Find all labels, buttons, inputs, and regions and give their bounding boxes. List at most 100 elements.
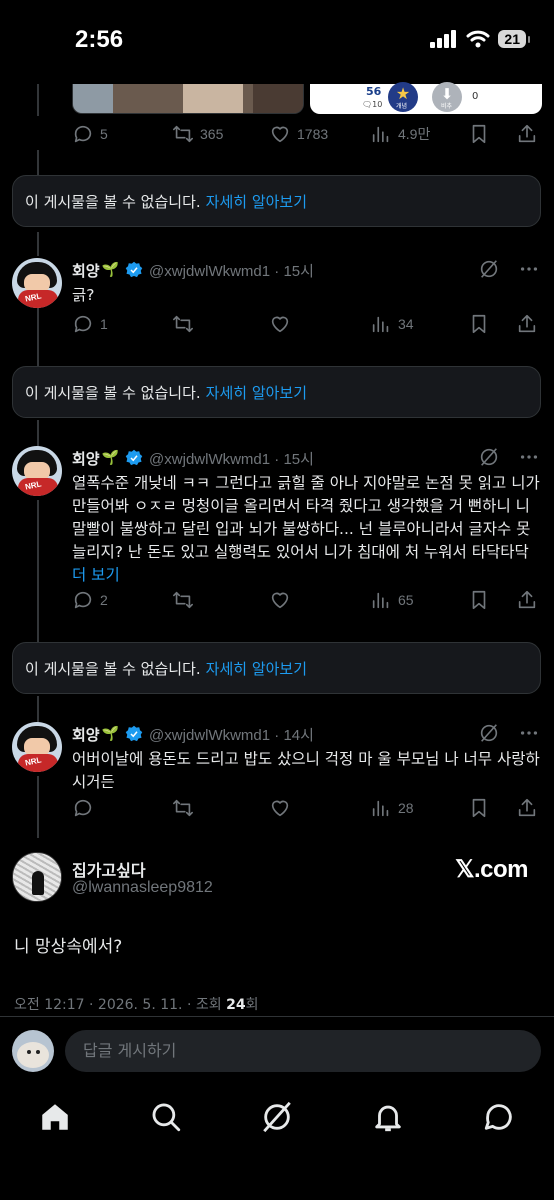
reply-input[interactable]: 답글 게시하기 bbox=[65, 1030, 541, 1072]
learn-more-link[interactable]: 자세히 알아보기 bbox=[206, 191, 307, 212]
status-bar: 2:56 21 bbox=[0, 0, 554, 84]
avatar[interactable]: NRL bbox=[12, 722, 62, 772]
reply-button[interactable] bbox=[72, 797, 94, 819]
more-options-icon[interactable] bbox=[518, 258, 540, 284]
show-more-link[interactable]: 더 보기 bbox=[72, 566, 120, 584]
reply-button[interactable]: 5 bbox=[72, 123, 108, 145]
author-name[interactable]: 회양 bbox=[72, 724, 100, 745]
avatar[interactable]: NRL bbox=[12, 258, 62, 308]
repost-button[interactable] bbox=[172, 313, 194, 335]
status-time: 2:56 bbox=[75, 26, 124, 53]
view-count: 4.9만 bbox=[398, 126, 431, 142]
thread-line bbox=[37, 308, 39, 368]
media-image[interactable] bbox=[72, 84, 304, 114]
views-button[interactable]: 34 bbox=[370, 313, 414, 335]
author-handle-time[interactable]: @xwjdwlWkwmd1 · 15시 bbox=[149, 260, 314, 281]
bookmark-icon bbox=[472, 314, 486, 334]
tweet-text: 니 망상속에서? bbox=[14, 937, 123, 957]
tweet-text: 열폭수준 개낮네 ㅋㅋ 그런다고 긁힐 줄 아나 지야말로 논점 못 읽고 니가… bbox=[72, 474, 540, 584]
thread-line bbox=[37, 776, 39, 838]
repost-button[interactable] bbox=[172, 797, 194, 819]
author-handle-time[interactable]: @xwjdwlWkwmd1 · 15시 bbox=[149, 448, 314, 469]
heart-icon bbox=[271, 316, 289, 333]
tweet-actions: 28 bbox=[72, 797, 542, 823]
author-name[interactable]: 집가고싶다 bbox=[72, 857, 146, 881]
views-button[interactable]: 65 bbox=[370, 589, 414, 611]
bookmark-icon bbox=[472, 798, 486, 818]
unavailable-text: 이 게시물을 볼 수 없습니다. bbox=[25, 192, 201, 211]
share-button[interactable] bbox=[516, 123, 538, 145]
vote-count: 56 bbox=[366, 85, 382, 98]
like-button[interactable]: 1783 bbox=[269, 123, 328, 145]
author-name[interactable]: 회양 bbox=[72, 448, 100, 469]
views-button[interactable]: 28 bbox=[370, 797, 414, 819]
more-options-icon[interactable] bbox=[518, 722, 540, 748]
like-button[interactable] bbox=[269, 589, 291, 611]
unavailable-text: 이 게시물을 볼 수 없습니다. bbox=[25, 383, 201, 402]
tweet-header: 회양 🌱 @xwjdwlWkwmd1 · 14시 bbox=[72, 722, 540, 746]
repost-count: 365 bbox=[200, 126, 224, 142]
more-options-icon[interactable] bbox=[518, 446, 540, 472]
bookmark-button[interactable] bbox=[468, 589, 490, 611]
bookmark-icon bbox=[472, 590, 486, 610]
like-button[interactable] bbox=[269, 313, 291, 335]
bookmark-button[interactable] bbox=[468, 313, 490, 335]
sprout-emoji: 🌱 bbox=[101, 450, 120, 466]
views-button[interactable]: 4.9만 bbox=[370, 123, 430, 145]
unavailable-post-notice: 이 게시물을 볼 수 없습니다. 자세히 알아보기 bbox=[12, 175, 541, 227]
nav-grok[interactable] bbox=[260, 1100, 294, 1134]
heart-icon bbox=[271, 800, 289, 817]
nav-notifications[interactable] bbox=[371, 1100, 405, 1134]
author-name[interactable]: 회양 bbox=[72, 260, 100, 281]
author-handle-time[interactable]: @xwjdwlWkwmd1 · 14시 bbox=[149, 724, 314, 745]
tweet-actions: 5 365 1783 4.9만 bbox=[72, 123, 542, 149]
author-handle[interactable]: @lwannasleep9812 bbox=[72, 879, 213, 897]
share-icon bbox=[518, 590, 536, 609]
views-icon bbox=[372, 800, 389, 817]
like-button[interactable] bbox=[269, 797, 291, 819]
avatar[interactable]: NRL bbox=[12, 446, 62, 496]
repost-icon bbox=[173, 799, 193, 817]
grok-icon[interactable] bbox=[478, 446, 500, 472]
avatar[interactable] bbox=[12, 852, 62, 902]
bottom-nav bbox=[0, 1084, 554, 1200]
learn-more-link[interactable]: 자세히 알아보기 bbox=[206, 658, 307, 679]
repost-icon bbox=[173, 591, 193, 609]
share-button[interactable] bbox=[516, 797, 538, 819]
reply-count: 1 bbox=[100, 316, 108, 332]
nav-messages[interactable] bbox=[482, 1100, 516, 1134]
reply-icon bbox=[74, 125, 92, 143]
repost-button[interactable]: 365 bbox=[172, 123, 223, 145]
share-button[interactable] bbox=[516, 589, 538, 611]
reply-button[interactable]: 1 bbox=[72, 313, 108, 335]
nav-search[interactable] bbox=[149, 1100, 183, 1134]
sprout-emoji: 🌱 bbox=[101, 726, 120, 742]
reply-button[interactable]: 2 bbox=[72, 589, 108, 611]
nav-home[interactable] bbox=[38, 1100, 72, 1134]
reply-count: 5 bbox=[100, 126, 108, 142]
reply-icon bbox=[74, 799, 92, 817]
grok-icon[interactable] bbox=[478, 258, 500, 284]
view-count: 24 bbox=[226, 997, 246, 1013]
share-icon bbox=[518, 314, 536, 333]
media-row[interactable]: 56 🗨10 ★ 개념 ⬇ 비추 0 bbox=[72, 82, 542, 114]
status-icons: 21 bbox=[430, 30, 530, 48]
grok-icon bbox=[263, 1101, 291, 1133]
search-icon bbox=[152, 1103, 181, 1132]
learn-more-link[interactable]: 자세히 알아보기 bbox=[206, 382, 307, 403]
upvote-label: 개념 bbox=[396, 103, 408, 110]
bookmark-button[interactable] bbox=[468, 123, 490, 145]
tweet-actions: 1 34 bbox=[72, 313, 542, 339]
grok-icon[interactable] bbox=[478, 722, 500, 748]
reply-icon bbox=[74, 591, 92, 609]
media-screenshot[interactable]: 56 🗨10 ★ 개념 ⬇ 비추 0 bbox=[310, 82, 542, 114]
share-icon bbox=[518, 798, 536, 817]
timestamp: 오전 12:17 · 2026. 5. 11. · 조회 bbox=[14, 997, 227, 1013]
thread-line bbox=[37, 232, 39, 256]
verified-badge-icon bbox=[125, 261, 143, 278]
tweet-text: 긁? bbox=[72, 286, 95, 304]
bookmark-button[interactable] bbox=[468, 797, 490, 819]
thread-line bbox=[37, 84, 39, 116]
repost-button[interactable] bbox=[172, 589, 194, 611]
share-button[interactable] bbox=[516, 313, 538, 335]
